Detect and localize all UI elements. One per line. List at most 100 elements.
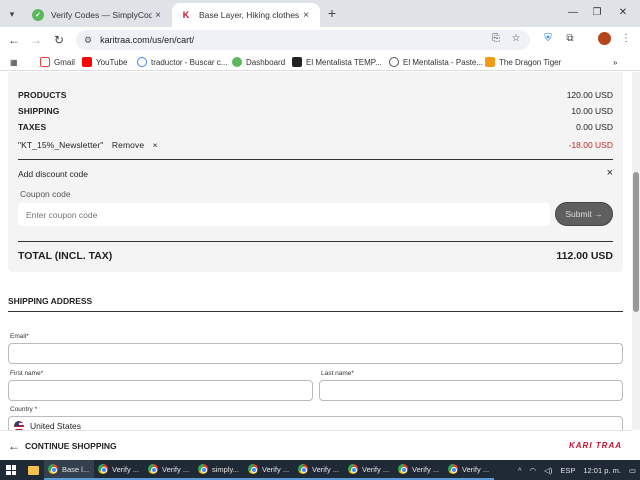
globe-icon xyxy=(389,57,399,67)
email-field[interactable] xyxy=(8,343,623,364)
windows-logo-icon xyxy=(6,465,16,475)
taskbar-app[interactable]: Verify ... xyxy=(344,460,394,480)
taskbar-app[interactable]: Base l... xyxy=(44,460,94,480)
total-row: TOTAL (INCL. TAX) 112.00 USD xyxy=(18,250,613,262)
taskbar-app-label: Base l... xyxy=(62,464,90,474)
address-bar[interactable]: ⚙ karitraa.com/us/en/cart/ xyxy=(76,30,530,50)
start-button[interactable] xyxy=(0,460,22,480)
total-label: TOTAL (INCL. TAX) xyxy=(18,250,113,262)
tab-search-icon[interactable]: ▾ xyxy=(4,6,20,22)
tab-verify-codes[interactable]: ✓ Verify Codes — SimplyCodes × xyxy=(24,3,172,27)
profile-avatar[interactable] xyxy=(596,31,612,47)
discount-code: "KT_15%_Newsletter" xyxy=(18,140,104,150)
restore-icon[interactable]: ❐ xyxy=(588,4,606,22)
tab-title: Base Layer, Hiking clothes, wor xyxy=(199,10,300,20)
coupon-code-input[interactable] xyxy=(18,203,550,226)
taskbar-app-label: Verify ... xyxy=(312,464,340,474)
divider xyxy=(18,159,613,160)
shipping-address-title: SHIPPING ADDRESS xyxy=(8,296,93,306)
page-scrollbar[interactable] xyxy=(632,72,640,430)
taskbar-app-label: Verify ... xyxy=(462,464,490,474)
bookmarks-bar: ▦ Gmail YouTube traductor - Buscar c... … xyxy=(0,53,640,71)
bookmark-star-icon[interactable]: ☆ xyxy=(508,31,524,47)
taxes-label: TAXES xyxy=(18,122,47,132)
first-name-field[interactable] xyxy=(8,380,313,401)
clock[interactable]: 12:01 p. m. xyxy=(583,466,621,475)
shield-extension-icon[interactable]: ⛨ xyxy=(540,31,556,47)
first-name-label: First name* xyxy=(10,370,44,377)
remove-discount-x-icon[interactable]: × xyxy=(153,140,158,150)
browser-toolbar: ← → ↻ ⚙ karitraa.com/us/en/cart/ ⎘ ☆ ⛨ ⧉… xyxy=(0,27,640,53)
email-label: Email* xyxy=(10,333,29,340)
extensions-icon[interactable]: ⧉ xyxy=(562,31,578,47)
shipping-value: 10.00 USD xyxy=(571,106,613,116)
chrome-icon xyxy=(348,464,358,474)
products-label: PRODUCTS xyxy=(18,90,67,100)
taxes-row: TAXES 0.00 USD xyxy=(18,122,613,132)
tab-kari-traa[interactable]: K Base Layer, Hiking clothes, wor × xyxy=(172,3,320,27)
taskbar-app-label: Verify ... xyxy=(262,464,290,474)
new-tab-icon[interactable]: + xyxy=(324,5,340,21)
back-icon[interactable]: ← xyxy=(5,31,23,49)
forward-icon[interactable]: → xyxy=(27,31,45,49)
kari-traa-logo[interactable]: KARI TRAA xyxy=(569,441,622,450)
bookmark-dragon-tiger[interactable]: The Dragon Tiger xyxy=(485,55,561,69)
last-name-field[interactable] xyxy=(319,380,623,401)
language-indicator[interactable]: ESP xyxy=(560,466,575,475)
taskbar-app[interactable]: Verify ... xyxy=(394,460,444,480)
bookmark-mentalista-paste[interactable]: El Mentalista - Paste... xyxy=(389,55,483,69)
bookmark-label: traductor - Buscar c... xyxy=(151,57,228,67)
taskbar-app[interactable]: Verify ... xyxy=(244,460,294,480)
close-tab-icon[interactable]: × xyxy=(152,10,164,21)
chrome-icon xyxy=(448,464,458,474)
continue-shopping-label: CONTINUE SHOPPING xyxy=(25,440,117,451)
taskbar-app-label: Verify ... xyxy=(162,464,190,474)
remove-discount-button[interactable]: Remove xyxy=(112,140,144,150)
apps-grid-icon[interactable]: ▦ xyxy=(10,55,18,69)
file-explorer-icon[interactable] xyxy=(22,460,44,480)
more-bookmarks-icon[interactable]: » xyxy=(613,55,617,69)
divider xyxy=(18,241,613,242)
volume-icon[interactable]: ◁) xyxy=(544,466,552,475)
taskbar-app[interactable]: Verify ... xyxy=(444,460,494,480)
chevron-up-icon[interactable]: ^ xyxy=(518,466,522,475)
taskbar-app[interactable]: Verify ... xyxy=(144,460,194,480)
taskbar-app[interactable]: simply... xyxy=(194,460,244,480)
bookmark-label: Gmail xyxy=(54,57,75,67)
bookmark-mentalista-temp[interactable]: El Mentalista TEMP... xyxy=(292,55,382,69)
taxes-value: 0.00 USD xyxy=(576,122,613,132)
country-select[interactable]: United States xyxy=(8,416,623,430)
google-icon xyxy=(137,57,147,67)
notification-icon[interactable]: ▭ xyxy=(629,466,636,475)
bookmark-youtube[interactable]: YouTube xyxy=(82,55,127,69)
network-icon[interactable]: ◠ xyxy=(530,466,537,475)
menu-kebab-icon[interactable]: ⋮ xyxy=(618,31,634,47)
total-value: 112.00 USD xyxy=(556,250,613,262)
system-tray: ^ ◠ ◁) ESP 12:01 p. m. ▭ xyxy=(514,460,640,480)
country-label: Country * xyxy=(10,406,38,413)
close-window-icon[interactable]: ✕ xyxy=(614,4,632,22)
scrollbar-thumb[interactable] xyxy=(633,172,639,312)
minimize-icon[interactable]: — xyxy=(564,4,582,22)
submit-coupon-button[interactable]: Submit → xyxy=(555,202,613,226)
close-tab-icon[interactable]: × xyxy=(300,10,312,21)
bookmark-gmail[interactable]: Gmail xyxy=(40,55,75,69)
taskbar-app[interactable]: Verify ... xyxy=(94,460,144,480)
bookmark-dashboard[interactable]: Dashboard xyxy=(232,55,285,69)
reload-icon[interactable]: ↻ xyxy=(50,31,68,49)
coupon-code-label: Coupon code xyxy=(20,189,71,199)
close-discount-icon[interactable]: × xyxy=(607,168,613,179)
taskbar-app-label: Verify ... xyxy=(362,464,390,474)
bookmark-traductor[interactable]: traductor - Buscar c... xyxy=(137,55,227,69)
tiger-icon xyxy=(485,57,495,67)
chrome-icon xyxy=(398,464,408,474)
last-name-label: Last name* xyxy=(321,370,354,377)
products-value: 120.00 USD xyxy=(566,90,613,100)
continue-shopping-button[interactable]: ← CONTINUE SHOPPING xyxy=(8,439,117,453)
add-discount-header: Add discount code × xyxy=(18,168,613,180)
taskbar-app[interactable]: Verify ... xyxy=(294,460,344,480)
install-app-icon[interactable]: ⎘ xyxy=(488,31,504,47)
windows-taskbar: Base l... Verify ... Verify ... simply..… xyxy=(0,460,640,480)
site-settings-icon[interactable]: ⚙ xyxy=(84,35,92,46)
gmail-icon xyxy=(40,57,50,67)
